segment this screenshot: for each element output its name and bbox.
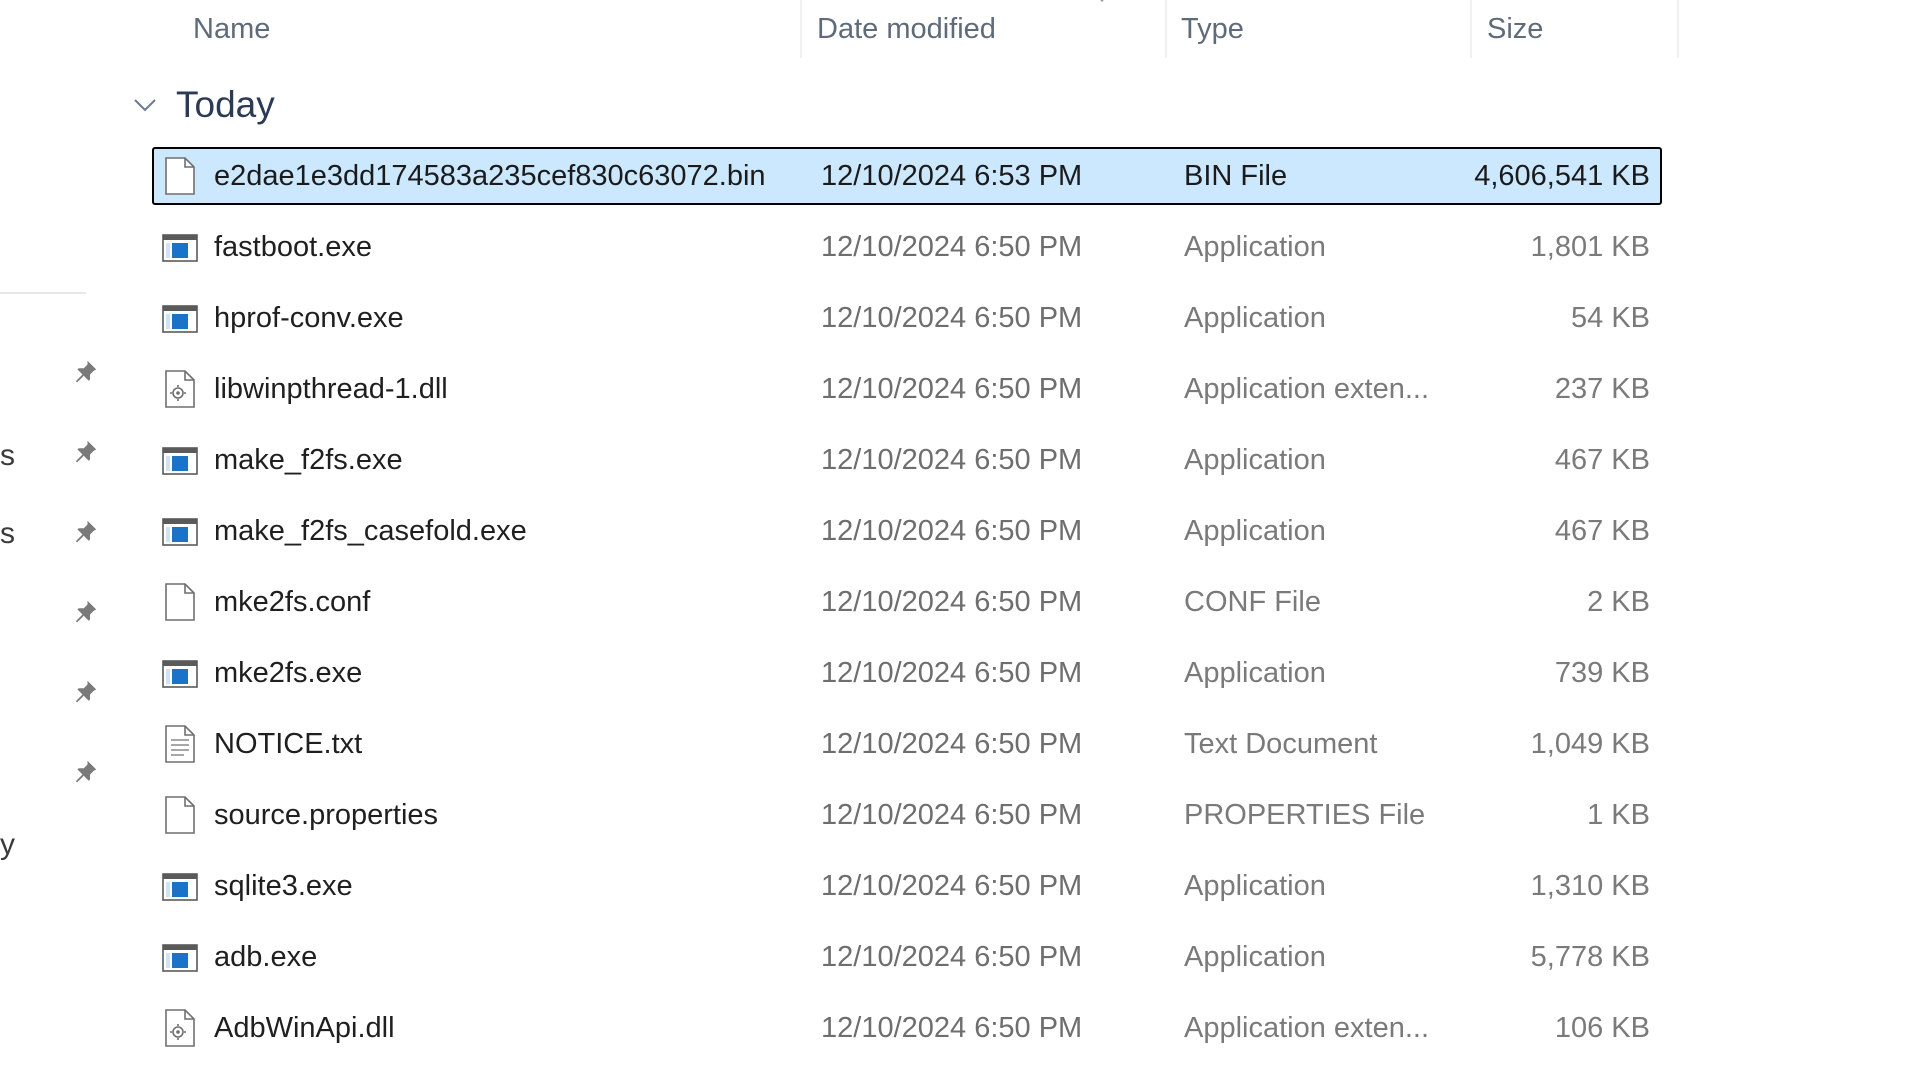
file-name-cell[interactable]: make_f2fs.exe — [162, 433, 802, 487]
file-size: 467 KB — [1554, 443, 1650, 476]
file-name-cell[interactable]: mke2fs.exe — [162, 646, 802, 700]
file-name: hprof-conv.exe — [214, 301, 404, 334]
file-name-cell[interactable]: mke2fs.conf — [162, 575, 802, 629]
file-name: NOTICE.txt — [214, 727, 363, 760]
file-row[interactable]: fastboot.exe 12/10/2024 6:50 PM Applicatio… — [152, 218, 1662, 276]
file-size: 1,801 KB — [1530, 230, 1650, 263]
file-size: 1,049 KB — [1530, 727, 1650, 760]
dll-file-icon — [162, 1008, 198, 1048]
file-date-modified: 12/10/2024 6:50 PM — [821, 514, 1083, 547]
file-row[interactable]: hprof-conv.exe 12/10/2024 6:50 PM Applicat… — [152, 289, 1662, 347]
file-size: 106 KB — [1554, 1011, 1650, 1044]
file-name-cell[interactable]: fastboot.exe — [162, 220, 802, 274]
blank-file-icon — [162, 582, 198, 622]
application-icon — [162, 440, 198, 480]
file-name: fastboot.exe — [214, 230, 372, 263]
text-file-icon — [162, 724, 198, 764]
file-name: sqlite3.exe — [214, 869, 353, 902]
file-name: mke2fs.conf — [214, 585, 371, 618]
file-row[interactable]: make_f2fs.exe 12/10/2024 6:50 PM Applicati… — [152, 431, 1662, 489]
file-name: mke2fs.exe — [214, 656, 363, 689]
file-row[interactable]: sqlite3.exe 12/10/2024 6:50 PM Application… — [152, 857, 1662, 915]
file-name-cell[interactable]: source.properties — [162, 788, 802, 842]
file-date-modified: 12/10/2024 6:50 PM — [821, 798, 1083, 831]
file-date-modified: 12/10/2024 6:50 PM — [821, 869, 1083, 902]
file-row[interactable]: AdbWinUsbApi.dll12/10/2024 6:50 PMApplic… — [152, 1070, 1662, 1080]
file-size: 2 KB — [1587, 585, 1650, 618]
file-name: e2dae1e3dd174583a235cef830c63072.bin — [214, 159, 766, 192]
file-date-modified: 12/10/2024 6:50 PM — [821, 443, 1083, 476]
file-row[interactable]: mke2fs.conf 12/10/2024 6:50 PM CONF File 2 … — [152, 573, 1662, 631]
blank-file-icon — [162, 795, 198, 835]
file-date-modified: 12/10/2024 6:50 PM — [821, 727, 1083, 760]
file-size: 467 KB — [1554, 514, 1650, 547]
file-name-cell[interactable]: AdbWinUsbApi.dll — [162, 1072, 802, 1080]
file-name-cell[interactable]: e2dae1e3dd174583a235cef830c63072.bin — [162, 149, 802, 203]
file-size: 739 KB — [1554, 656, 1650, 689]
file-size: 1 KB — [1587, 798, 1650, 831]
file-name: libwinpthread-1.dll — [214, 372, 448, 405]
file-row[interactable]: mke2fs.exe 12/10/2024 6:50 PM Application 7… — [152, 644, 1662, 702]
file-date-modified: 12/10/2024 6:50 PM — [821, 1011, 1083, 1044]
file-date-modified: 12/10/2024 6:50 PM — [821, 230, 1083, 263]
application-icon — [162, 866, 198, 906]
file-size: 73 KB — [1430, 1072, 1650, 1080]
file-row-selected[interactable]: e2dae1e3dd174583a235cef830c63072.bin 12/1… — [152, 147, 1662, 205]
file-date-modified: 12/10/2024 6:50 PM — [821, 585, 1083, 618]
file-row[interactable]: NOTICE.txt 12/10/2024 6:50 PM Text Documen… — [152, 715, 1662, 773]
file-size: 237 KB — [1554, 372, 1650, 405]
file-name-cell[interactable]: adb.exe — [162, 930, 802, 984]
file-row[interactable]: libwinpthread-1.dll 12/10/2024 6:50 PM App… — [152, 360, 1662, 418]
file-name: source.properties — [214, 798, 439, 831]
file-list: e2dae1e3dd174583a235cef830c63072.bin 12/1… — [0, 0, 1920, 1080]
file-row[interactable]: source.properties 12/10/2024 6:50 PM PROPE… — [152, 786, 1662, 844]
file-size: 1,310 KB — [1530, 869, 1650, 902]
file-size: 5,778 KB — [1530, 940, 1650, 973]
application-icon — [162, 298, 198, 338]
dll-file-icon — [162, 369, 198, 409]
file-name: make_f2fs.exe — [214, 443, 403, 476]
file-size: 54 KB — [1571, 301, 1650, 334]
application-icon — [162, 653, 198, 693]
file-name: adb.exe — [214, 940, 318, 973]
file-name: AdbWinApi.dll — [214, 1011, 395, 1044]
application-icon — [162, 227, 198, 267]
application-icon — [162, 511, 198, 551]
file-name: make_f2fs_casefold.exe — [214, 514, 527, 547]
file-name-cell[interactable]: AdbWinApi.dll — [162, 1001, 802, 1055]
application-icon — [162, 937, 198, 977]
file-row[interactable]: AdbWinApi.dll 12/10/2024 6:50 PM Applicati… — [152, 999, 1662, 1057]
file-name-cell[interactable]: NOTICE.txt — [162, 717, 802, 771]
file-row[interactable]: make_f2fs_casefold.exe 12/10/2024 6:50 PM… — [152, 502, 1662, 560]
file-name-cell[interactable]: libwinpthread-1.dll — [162, 362, 802, 416]
file-name-cell[interactable]: make_f2fs_casefold.exe — [162, 504, 802, 558]
file-date-modified: 12/10/2024 6:50 PM — [821, 656, 1083, 689]
file-date-modified: 12/10/2024 6:50 PM — [821, 301, 1083, 334]
file-size: 4,606,541 KB — [1474, 159, 1650, 192]
file-name-cell[interactable]: hprof-conv.exe — [162, 291, 802, 345]
file-date-modified: 12/10/2024 6:50 PM — [821, 1072, 1161, 1080]
file-name-cell[interactable]: sqlite3.exe — [162, 859, 802, 913]
file-row[interactable]: adb.exe 12/10/2024 6:50 PM Application 5,77… — [152, 928, 1662, 986]
file-date-modified: 12/10/2024 6:53 PM — [821, 159, 1083, 192]
file-date-modified: 12/10/2024 6:50 PM — [821, 372, 1083, 405]
file-date-modified: 12/10/2024 6:50 PM — [821, 940, 1083, 973]
file-explorer-window: s s y Name Date modified Type Size Today… — [0, 0, 1920, 1080]
blank-file-icon — [162, 156, 198, 196]
